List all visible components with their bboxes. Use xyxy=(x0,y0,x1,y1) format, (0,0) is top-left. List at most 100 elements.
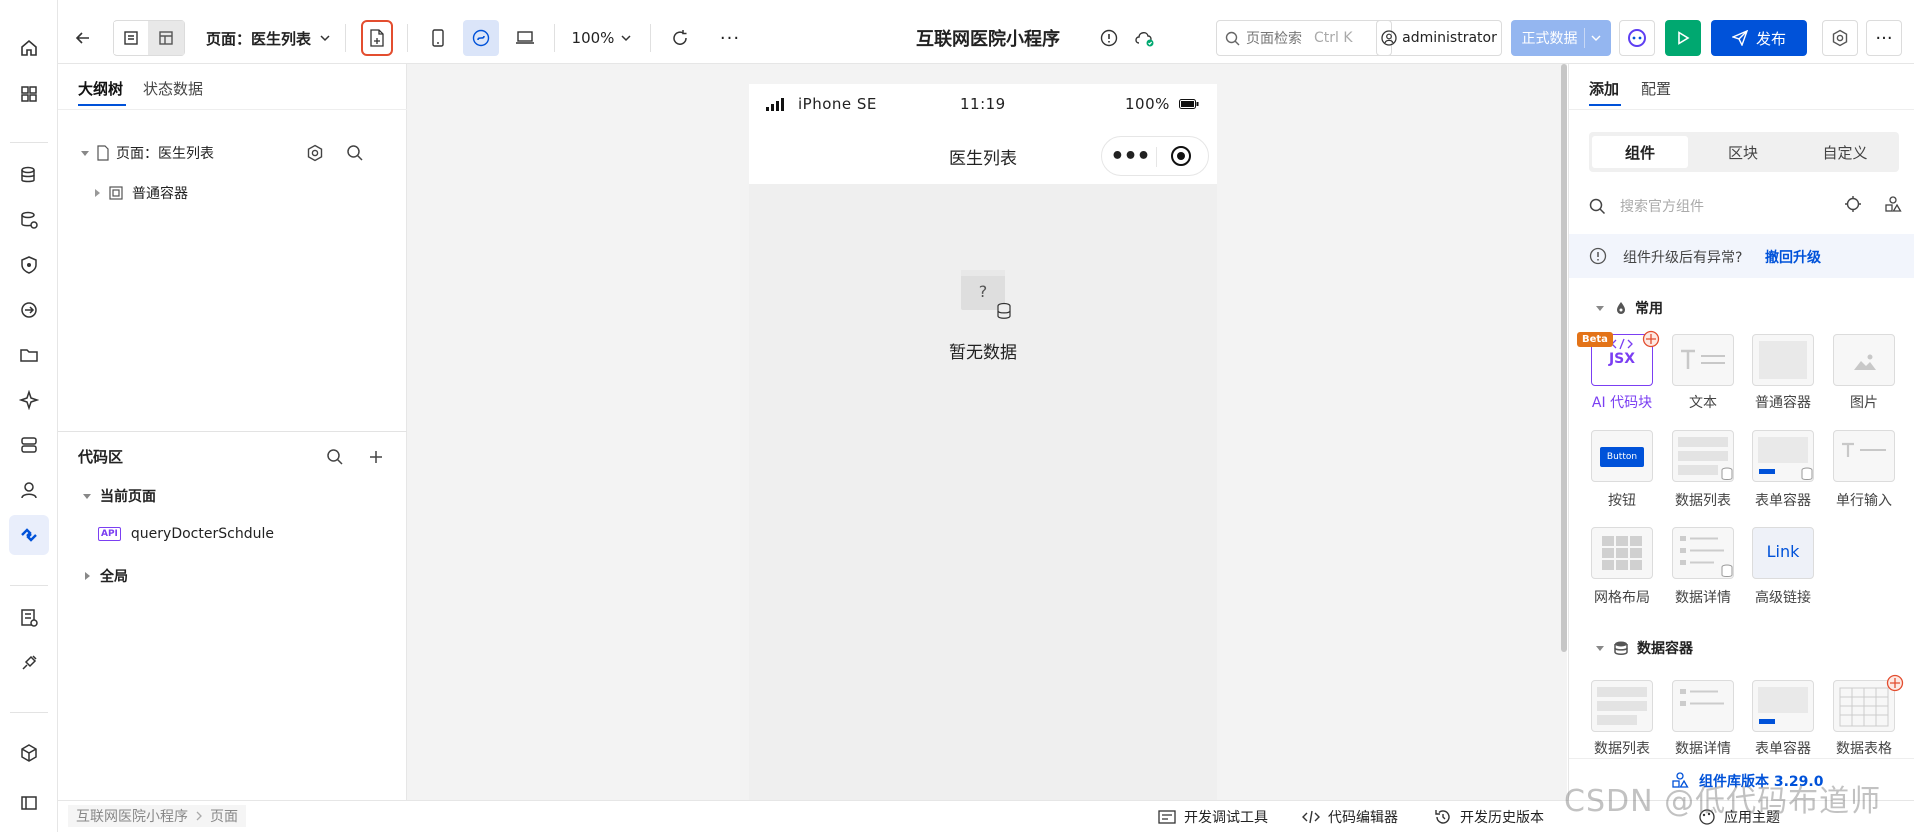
cloud-sync-icon[interactable] xyxy=(1130,20,1160,56)
phone-frame: iPhone SE 11:19 100% 医生列表 ••• ? 暂无数据 xyxy=(749,84,1217,800)
add-icon[interactable] xyxy=(368,449,384,465)
search-icon[interactable] xyxy=(326,448,344,466)
tab-add[interactable]: 添加 xyxy=(1589,78,1619,99)
code-editor-button[interactable]: 代码编辑器 xyxy=(1302,807,1398,827)
breadcrumb-app[interactable]: 互联网医院小程序 xyxy=(76,806,188,826)
empty-text: 暂无数据 xyxy=(949,343,1017,363)
refresh-button[interactable] xyxy=(662,20,698,56)
page-selector[interactable]: 页面：医生列表 xyxy=(206,20,336,56)
component-form-container-label: 表单容器 xyxy=(1755,493,1811,509)
component-grid-layout[interactable] xyxy=(1591,527,1653,579)
copilot-icon xyxy=(1628,29,1646,47)
code-group-current-page[interactable]: 当前页面 xyxy=(82,486,156,506)
shield-icon[interactable] xyxy=(9,245,49,285)
home-icon[interactable] xyxy=(9,28,49,68)
capsule-more-icon[interactable]: ••• xyxy=(1110,137,1150,175)
sparkle-icon[interactable] xyxy=(9,380,49,420)
cube-icon[interactable] xyxy=(9,733,49,773)
search-icon[interactable] xyxy=(346,144,364,162)
component-button[interactable]: Button xyxy=(1591,430,1653,482)
layout-view-icon[interactable] xyxy=(148,21,184,55)
publish-button[interactable]: 发布 xyxy=(1711,20,1807,56)
locate-icon[interactable] xyxy=(1844,195,1862,213)
breadcrumb: 互联网医院小程序 页面 xyxy=(68,805,246,827)
component-search-input[interactable]: 搜索官方组件 xyxy=(1589,188,1819,224)
status-carrier: iPhone SE xyxy=(798,95,877,113)
component-data-detail-label: 数据详情 xyxy=(1675,590,1731,606)
more-menu-icon[interactable]: ··· xyxy=(1866,20,1902,56)
component-data-list[interactable] xyxy=(1672,430,1734,482)
info-icon[interactable] xyxy=(1094,20,1124,56)
jsx-label: JSX xyxy=(1608,351,1636,367)
shapes-icon[interactable] xyxy=(1884,195,1902,213)
capsule-close-icon[interactable] xyxy=(1170,145,1192,167)
tab-state-data[interactable]: 状态数据 xyxy=(143,78,203,99)
view-switch-group xyxy=(113,20,185,56)
app-title: 互联网医院小程序 xyxy=(916,29,1060,50)
text-icon xyxy=(1681,349,1725,369)
new-page-button[interactable] xyxy=(361,20,393,56)
rollback-upgrade-link[interactable]: 撤回升级 xyxy=(1765,247,1821,267)
zoom-select[interactable]: 100% xyxy=(564,20,640,56)
database-icon[interactable] xyxy=(9,155,49,195)
component-container[interactable] xyxy=(1752,334,1814,386)
data-component-list[interactable] xyxy=(1591,680,1653,732)
canvas-scrollbar[interactable] xyxy=(1561,64,1567,652)
workflow-icon[interactable] xyxy=(9,290,49,330)
table-icon xyxy=(1839,687,1889,727)
user-icon[interactable] xyxy=(9,470,49,510)
gear-icon[interactable] xyxy=(306,144,324,162)
page-search-input[interactable]: 页面检索 Ctrl K xyxy=(1216,20,1392,56)
seg-custom[interactable]: 自定义 xyxy=(1795,136,1895,168)
status-battery: 100% xyxy=(1125,95,1170,113)
data-component-detail[interactable] xyxy=(1672,680,1734,732)
component-advanced-link[interactable]: Link xyxy=(1752,527,1814,579)
mobile-device-button[interactable] xyxy=(420,20,456,56)
pc-device-button[interactable] xyxy=(507,20,543,56)
upgrade-notice-text: 组件升级后有异常? xyxy=(1623,250,1743,266)
folder-icon[interactable] xyxy=(9,335,49,375)
component-single-input[interactable] xyxy=(1833,430,1895,482)
run-preview-button[interactable] xyxy=(1665,20,1701,56)
group-data-header[interactable]: 数据容器 xyxy=(1595,638,1693,658)
component-container-label: 普通容器 xyxy=(1755,395,1811,411)
data-component-form[interactable] xyxy=(1752,680,1814,732)
list-view-icon[interactable] xyxy=(114,22,148,54)
env-select[interactable]: 正式数据 xyxy=(1511,20,1611,56)
miniprogram-icon xyxy=(472,29,490,47)
back-button[interactable] xyxy=(68,20,98,56)
apps-grid-icon[interactable] xyxy=(9,74,49,114)
tab-config[interactable]: 配置 xyxy=(1641,78,1671,99)
storage-icon[interactable] xyxy=(9,425,49,465)
seg-components[interactable]: 组件 xyxy=(1592,136,1688,168)
settings-button[interactable] xyxy=(1822,20,1858,56)
component-text[interactable] xyxy=(1672,334,1734,386)
user-menu[interactable]: administrator xyxy=(1376,20,1502,56)
seg-blocks[interactable]: 区块 xyxy=(1693,136,1793,168)
capsule-menu[interactable]: ••• xyxy=(1101,136,1209,176)
history-button[interactable]: 开发历史版本 xyxy=(1434,807,1544,827)
tree-node-page[interactable]: 页面：医生列表 xyxy=(80,140,396,166)
more-icon[interactable]: ··· xyxy=(712,20,748,56)
api-item[interactable]: API queryDocterSchdule xyxy=(98,526,274,542)
breadcrumb-page[interactable]: 页面 xyxy=(210,806,238,826)
data-component-detail-label: 数据详情 xyxy=(1675,741,1731,757)
component-image[interactable] xyxy=(1833,334,1895,386)
miniprogram-device-button[interactable] xyxy=(463,20,499,56)
chevron-down-icon xyxy=(320,35,330,42)
tree-node-container[interactable]: 普通容器 xyxy=(92,180,352,206)
collapse-sidebar-icon[interactable] xyxy=(9,783,49,823)
database-icon xyxy=(1721,564,1733,577)
audit-log-icon[interactable] xyxy=(9,598,49,638)
plugin-icon[interactable] xyxy=(9,643,49,683)
copilot-button[interactable] xyxy=(1619,20,1655,56)
dev-tools-button[interactable]: 开发调试工具 xyxy=(1158,807,1268,827)
code-group-global[interactable]: 全局 xyxy=(82,566,128,586)
component-form-container[interactable] xyxy=(1752,430,1814,482)
group-common-header[interactable]: 常用 xyxy=(1595,298,1663,318)
data-model-icon[interactable] xyxy=(9,200,49,240)
lowcode-app-icon[interactable] xyxy=(9,515,49,555)
link-preview: Link xyxy=(1766,542,1800,561)
component-data-detail[interactable] xyxy=(1672,527,1734,579)
tab-outline[interactable]: 大纲树 xyxy=(78,78,123,99)
